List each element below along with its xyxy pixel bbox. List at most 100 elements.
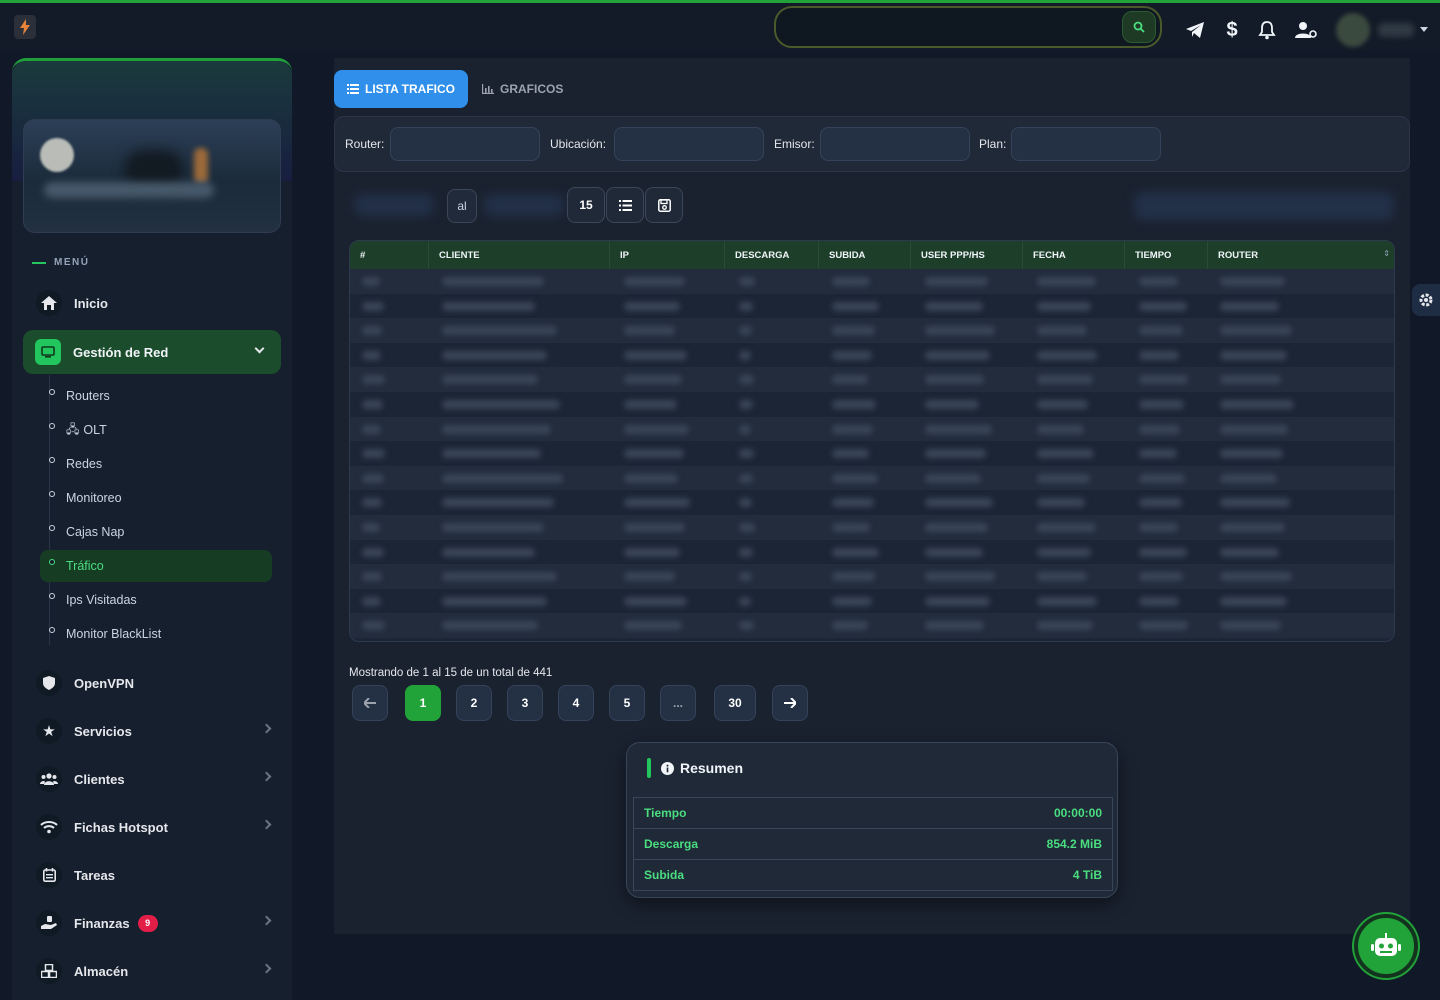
col-header[interactable]: SUBIDA <box>819 241 911 269</box>
table-cell-blurred <box>1139 473 1186 483</box>
sidebar-item-label: Finanzas <box>74 915 130 931</box>
pagination-prev-button[interactable] <box>352 685 388 721</box>
sidebar-item-finanzas[interactable]: Finanzas 9 <box>34 903 282 943</box>
col-header[interactable]: TIEMPO <box>1125 241 1208 269</box>
sidebar-subitem-cajas-nap[interactable]: Cajas Nap <box>40 517 272 547</box>
sidebar-item-label: Almacén <box>74 963 129 979</box>
pagination-page[interactable]: 3 <box>507 685 543 721</box>
table-search-blurred[interactable] <box>1134 192 1394 220</box>
plan-filter-select[interactable] <box>1011 127 1161 161</box>
sidebar-item-openvpn[interactable]: OpenVPN <box>34 663 282 703</box>
sort-icon[interactable]: ⇕ <box>1383 249 1390 258</box>
table-row[interactable] <box>350 515 1394 540</box>
table-cell-blurred <box>739 424 752 434</box>
user-avatar[interactable] <box>1336 13 1370 47</box>
col-header[interactable]: ROUTER <box>1208 241 1394 269</box>
table-cell-blurred <box>442 523 545 532</box>
table-row[interactable] <box>350 588 1394 614</box>
sidebar-subitem-ips-visitadas[interactable]: Ips Visitadas <box>40 585 272 615</box>
home-icon <box>36 290 62 316</box>
table-row[interactable] <box>350 269 1394 294</box>
sidebar-item-gestion-de-red[interactable]: Gestión de Red <box>23 330 281 374</box>
plan-filter-label: Plan: <box>979 137 1007 151</box>
table-row[interactable] <box>350 564 1394 589</box>
summary-title: Resumen <box>680 760 744 776</box>
column-toggle-button[interactable] <box>606 187 644 223</box>
chatbot-robot-button[interactable] <box>1354 914 1418 978</box>
table-row[interactable] <box>350 367 1394 392</box>
table-row[interactable] <box>350 613 1394 638</box>
sidebar-item-servicios[interactable]: ★ Servicios <box>34 711 282 751</box>
table-cell-blurred <box>1037 350 1098 360</box>
pagination-page[interactable]: 4 <box>558 685 594 721</box>
table-row[interactable] <box>350 293 1394 319</box>
settings-gear-icon[interactable] <box>1412 284 1440 316</box>
table-cell-blurred <box>1139 547 1187 557</box>
col-header[interactable]: DESCARGA <box>725 241 819 269</box>
chevron-right-icon <box>261 915 272 926</box>
col-header[interactable]: CLIENTE <box>429 241 610 269</box>
table-row[interactable] <box>350 416 1394 442</box>
chevron-right-icon <box>261 723 272 734</box>
table-row[interactable] <box>350 342 1394 368</box>
summary-row-tiempo: Tiempo 00:00:00 <box>633 798 1113 829</box>
telegram-icon[interactable] <box>1184 19 1206 41</box>
table-cell-blurred <box>1139 277 1178 286</box>
table-cell-blurred <box>1037 375 1093 385</box>
page-size-select[interactable]: 15 <box>567 187 605 223</box>
sidebar-item-fichas-hotspot[interactable]: Fichas Hotspot <box>34 807 282 847</box>
sub-item-label: Monitoreo <box>66 491 122 505</box>
pagination-page[interactable]: 5 <box>609 685 645 721</box>
sidebar-item-almacen[interactable]: Almacén <box>34 951 282 991</box>
main-content: LISTA TRAFICO GRAFICOS Router: Ubicación… <box>334 58 1410 934</box>
table-row[interactable] <box>350 318 1394 343</box>
sub-item-label: Ips Visitadas <box>66 593 137 607</box>
sidebar-subitem-monitoreo[interactable]: Monitoreo <box>40 483 272 513</box>
tab-graficos[interactable]: GRAFICOS <box>482 70 563 108</box>
sidebar-subitem-olt[interactable]: 🖧 OLT <box>40 415 272 445</box>
search-button[interactable] <box>1122 11 1156 43</box>
pagination-page[interactable]: 30 <box>714 685 756 721</box>
table-cell-blurred <box>362 547 385 557</box>
pagination-page[interactable]: 2 <box>456 685 492 721</box>
table-row[interactable] <box>350 490 1394 515</box>
summary-row-subida: Subida 4 TiB <box>633 860 1113 891</box>
sidebar-subitem-redes[interactable]: Redes <box>40 449 272 479</box>
date-from-blurred[interactable] <box>354 194 434 216</box>
sidebar-subitem-routers[interactable]: Routers <box>40 381 272 411</box>
dollar-icon[interactable]: $ <box>1221 19 1243 41</box>
table-row[interactable] <box>350 441 1394 466</box>
pagination-page[interactable]: 1 <box>405 685 441 721</box>
sidebar-item-clientes[interactable]: Clientes <box>34 759 282 799</box>
bell-icon[interactable] <box>1256 19 1278 41</box>
tab-lista-trafico[interactable]: LISTA TRAFICO <box>334 70 468 108</box>
col-header[interactable]: # <box>350 241 429 269</box>
ubicacion-filter-select[interactable] <box>614 127 764 161</box>
col-header[interactable]: USER PPP/HS <box>911 241 1023 269</box>
table-cell-blurred <box>832 473 878 483</box>
emisor-filter-select[interactable] <box>820 127 970 161</box>
global-search-input[interactable] <box>774 6 1162 48</box>
table-row[interactable] <box>350 465 1394 491</box>
router-filter-select[interactable] <box>390 127 540 161</box>
table-cell-blurred <box>442 572 557 582</box>
col-header[interactable]: IP <box>610 241 725 269</box>
sidebar-subitem-monitor-blacklist[interactable]: Monitor BlackList <box>40 619 272 649</box>
sidebar-item-inicio[interactable]: Inicio <box>34 283 282 323</box>
table-cell-blurred <box>925 596 990 606</box>
table-cell-blurred <box>1139 621 1188 631</box>
table-cell-blurred <box>442 400 560 409</box>
col-header[interactable]: FECHA <box>1023 241 1125 269</box>
table-cell-blurred <box>739 498 752 508</box>
sidebar-subitem-trafico[interactable]: Tráfico <box>40 550 272 582</box>
export-button[interactable] <box>645 187 683 223</box>
sidebar-item-tareas[interactable]: Tareas <box>34 855 282 895</box>
table-cell-blurred <box>1037 326 1087 336</box>
user-menu-caret-icon[interactable] <box>1420 27 1428 32</box>
user-cog-icon[interactable] <box>1295 19 1317 41</box>
table-row[interactable] <box>350 392 1394 417</box>
date-to-blurred[interactable] <box>484 194 564 216</box>
table-row[interactable] <box>350 539 1394 565</box>
app-logo[interactable] <box>14 15 36 39</box>
pagination-next-button[interactable] <box>772 685 808 721</box>
